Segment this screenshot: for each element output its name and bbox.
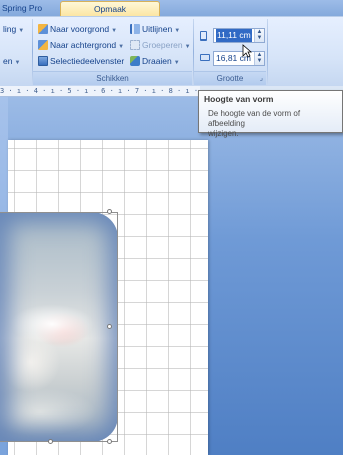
dialog-launcher-icon[interactable]: ⌟ — [260, 72, 263, 86]
group-icon — [130, 40, 140, 50]
shape-height-input[interactable]: 11,11 cm ▲ ▼ — [213, 28, 265, 43]
rotate-label: Draaien — [142, 56, 172, 66]
chevron-down-icon: ▼ — [173, 60, 180, 66]
clipped-ribbon-item-1[interactable]: ling ▼ — [3, 23, 24, 36]
group-separator — [267, 19, 268, 85]
chevron-down-icon: ▼ — [14, 60, 21, 66]
group-button[interactable]: Groeperen ▼ — [130, 39, 191, 52]
group-label: Groeperen — [142, 40, 183, 50]
selection-pane-label: Selectiedeelvenster — [50, 56, 125, 66]
group-label-schikken: Schikken — [33, 71, 192, 85]
tab-opmaak[interactable]: Opmaak — [60, 1, 160, 17]
shape-height-spinner[interactable]: ▲ ▼ — [254, 29, 264, 42]
rotate-button[interactable]: Draaien ▼ — [130, 55, 180, 68]
ribbon: ling ▼ en ▼ Naar voorgrond ▼ Naar achtergro… — [0, 16, 343, 86]
bring-to-front-icon — [38, 24, 48, 34]
align-button[interactable]: Uitlijnen ▼ — [130, 23, 180, 36]
tooltip-title: Hoogte van vorm — [204, 94, 274, 104]
shape-width-input[interactable]: 16,81 cm ▲ ▼ — [213, 51, 265, 66]
ribbon-tab-row: Spring Pro Opmaak — [0, 0, 343, 17]
tooltip-body-line-1: De hoogte van de vorm of afbeelding — [208, 109, 301, 128]
tooltip-shape-height: Hoogte van vorm De hoogte van de vorm of… — [198, 90, 343, 138]
shape-height-icon — [200, 31, 207, 41]
clipped-item-label: ling — [3, 24, 17, 34]
selection-pane-icon — [38, 56, 48, 66]
shape-height-value: 11,11 cm — [216, 29, 252, 42]
align-label: Uitlijnen — [142, 24, 173, 34]
selection-border — [0, 212, 118, 442]
group-label-grootte: Grootte ⌟ — [194, 71, 266, 85]
bring-to-front-button[interactable]: Naar voorgrond ▼ — [38, 23, 117, 36]
chevron-down-icon: ▼ — [184, 44, 191, 50]
align-icon — [130, 24, 140, 34]
chevron-down-icon: ▼ — [118, 44, 125, 50]
slide-canvas[interactable] — [0, 140, 208, 455]
selection-pane-button[interactable]: Selectiedeelvenster — [38, 55, 124, 68]
send-to-back-icon — [38, 40, 48, 50]
resize-handle-bottom-right[interactable] — [107, 439, 112, 444]
tooltip-body-line-2: wijzigen. — [208, 129, 239, 138]
tab-spring-pro[interactable]: Spring Pro — [0, 2, 60, 16]
grootte-label: Grootte — [216, 74, 244, 83]
shape-width-icon — [200, 54, 210, 61]
send-to-back-button[interactable]: Naar achtergrond ▼ — [38, 39, 124, 52]
chevron-down-icon: ▼ — [18, 28, 25, 34]
chevron-down-icon: ▼ — [111, 28, 118, 34]
horizontal-ruler: 3 · ı · 4 · ı · 5 · ı · 6 · ı · 7 · ı · … — [0, 86, 200, 97]
rotate-icon — [130, 56, 140, 66]
chevron-down-icon: ▼ — [174, 28, 181, 34]
clipped-item-label: en — [3, 56, 13, 66]
bring-to-front-label: Naar voorgrond — [50, 24, 110, 34]
clipped-ribbon-item-2[interactable]: en ▼ — [3, 55, 20, 68]
shape-width-spinner[interactable]: ▲ ▼ — [254, 52, 264, 65]
resize-handle-top-right[interactable] — [107, 209, 112, 214]
mouse-cursor-icon — [242, 44, 252, 58]
send-to-back-label: Naar achtergrond — [50, 40, 117, 50]
resize-handle-right[interactable] — [107, 324, 112, 329]
resize-handle-bottom[interactable] — [48, 439, 53, 444]
tooltip-body: De hoogte van de vorm of afbeelding wijz… — [204, 109, 337, 139]
